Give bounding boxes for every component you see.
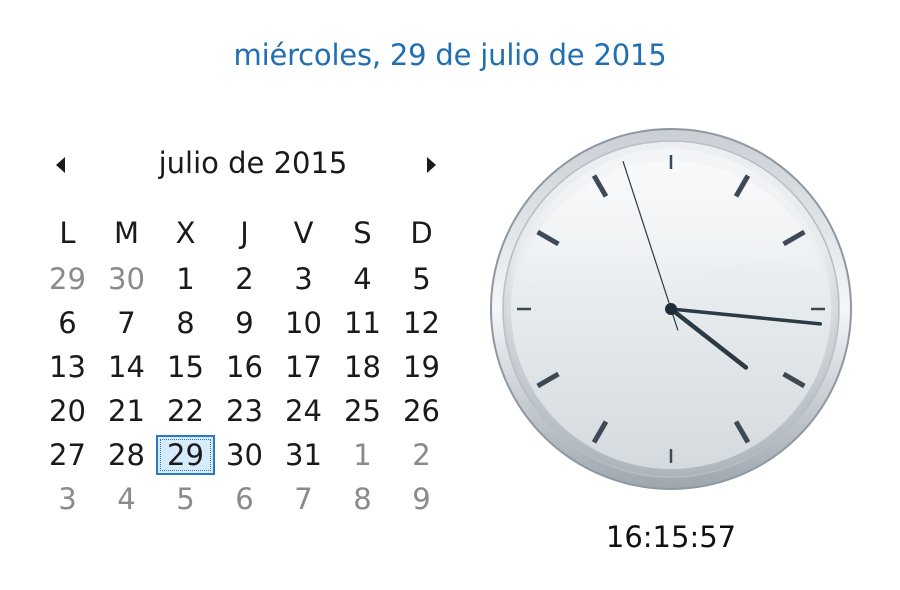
calendar-day[interactable]: 24 <box>274 390 333 434</box>
calendar-day-other-month[interactable]: 7 <box>274 478 333 522</box>
calendar-day[interactable]: 28 <box>97 434 156 478</box>
calendar-day[interactable]: 2 <box>215 258 274 302</box>
calendar-day[interactable]: 13 <box>38 346 97 390</box>
full-date-link[interactable]: miércoles, 29 de julio de 2015 <box>0 38 900 72</box>
month-calendar: julio de 2015 LMXJVSD 29 30 1 2 3 4 5 6 7 8 9 10 11 1… <box>38 140 458 530</box>
calendar-day-other-month[interactable]: 9 <box>392 478 451 522</box>
calendar-day[interactable]: 4 <box>333 258 392 302</box>
calendar-week-row: 13 14 15 16 17 18 19 <box>38 346 458 390</box>
calendar-day[interactable]: 10 <box>274 302 333 346</box>
calendar-day[interactable]: 6 <box>38 302 97 346</box>
calendar-day-other-month[interactable]: 5 <box>156 478 215 522</box>
previous-month-button[interactable] <box>48 150 74 180</box>
triangle-left-icon <box>56 157 65 173</box>
calendar-day[interactable]: 1 <box>156 258 215 302</box>
calendar-week-row: 6 7 8 9 10 11 12 <box>38 302 458 346</box>
weekday-label: L <box>59 216 76 250</box>
calendar-day[interactable]: 25 <box>333 390 392 434</box>
month-title[interactable]: julio de 2015 <box>98 146 408 180</box>
calendar-day-other-month[interactable]: 2 <box>392 434 451 478</box>
calendar-day[interactable]: 21 <box>97 390 156 434</box>
calendar-day[interactable]: 12 <box>392 302 451 346</box>
calendar-day-other-month[interactable]: 3 <box>38 478 97 522</box>
calendar-day[interactable]: 17 <box>274 346 333 390</box>
weekday-label: J <box>240 216 249 250</box>
calendar-day-other-month[interactable]: 29 <box>38 258 97 302</box>
calendar-week-row: 29 30 1 2 3 4 5 <box>38 258 458 302</box>
calendar-day[interactable]: 20 <box>38 390 97 434</box>
calendar-day[interactable]: 7 <box>97 302 156 346</box>
calendar-day-other-month[interactable]: 8 <box>333 478 392 522</box>
weekday-label: S <box>353 216 372 250</box>
digital-time: 16:15:57 <box>605 520 737 554</box>
calendar-day[interactable]: 19 <box>392 346 451 390</box>
calendar-day[interactable]: 31 <box>274 434 333 478</box>
calendar-day-other-month[interactable]: 6 <box>215 478 274 522</box>
calendar-day[interactable]: 16 <box>215 346 274 390</box>
calendar-week-row: 27 28 29 30 31 1 2 <box>38 434 458 478</box>
calendar-day[interactable]: 8 <box>156 302 215 346</box>
triangle-right-icon <box>427 157 436 173</box>
calendar-day[interactable]: 23 <box>215 390 274 434</box>
weekday-label: X <box>175 216 196 250</box>
calendar-day[interactable]: 11 <box>333 302 392 346</box>
calendar-day-today[interactable]: 29 <box>156 435 215 475</box>
clock-face <box>490 128 852 490</box>
calendar-day-other-month[interactable]: 30 <box>97 258 156 302</box>
weekday-label: V <box>293 216 314 250</box>
calendar-day[interactable]: 9 <box>215 302 274 346</box>
clock-center-hub <box>665 303 677 315</box>
calendar-day[interactable]: 26 <box>392 390 451 434</box>
calendar-day-other-month[interactable]: 4 <box>97 478 156 522</box>
calendar-day[interactable]: 22 <box>156 390 215 434</box>
weekday-header-row: LMXJVSD <box>38 212 458 258</box>
analog-clock <box>486 124 856 494</box>
calendar-day[interactable]: 15 <box>156 346 215 390</box>
calendar-day[interactable]: 5 <box>392 258 451 302</box>
weekday-label: D <box>410 216 433 250</box>
next-month-button[interactable] <box>418 150 444 180</box>
weekday-label: M <box>113 216 140 250</box>
calendar-week-row: 20 21 22 23 24 25 26 <box>38 390 458 434</box>
calendar-day[interactable]: 14 <box>97 346 156 390</box>
calendar-week-row: 3456789 <box>38 478 458 522</box>
calendar-day[interactable]: 27 <box>38 434 97 478</box>
calendar-day[interactable]: 18 <box>333 346 392 390</box>
calendar-day-other-month[interactable]: 1 <box>333 434 392 478</box>
calendar-day[interactable]: 30 <box>215 434 274 478</box>
calendar-grid: LMXJVSD 29 30 1 2 3 4 5 6 7 8 9 10 11 12 13 14 15 16 17 18 1… <box>38 212 458 522</box>
calendar-day[interactable]: 3 <box>274 258 333 302</box>
calendar-navigation: julio de 2015 <box>38 140 458 190</box>
